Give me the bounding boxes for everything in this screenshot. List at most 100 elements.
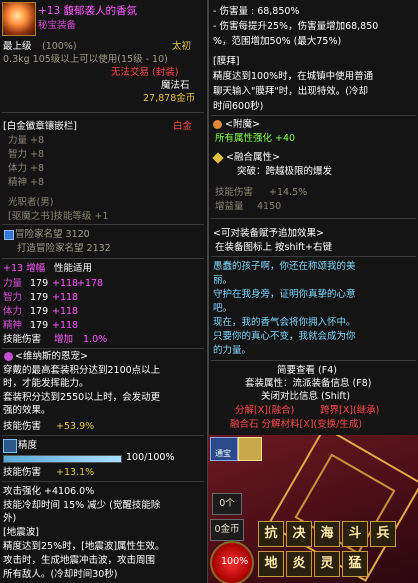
divider (2, 348, 204, 349)
flavor-line: 吧。 (213, 303, 233, 314)
divider (211, 256, 416, 257)
item-weight-level: 0.3kg 105级以上可以使用(15级 - 10) (3, 54, 168, 65)
attack-line: 外) (3, 513, 17, 524)
shop-label: 通宝 (215, 449, 231, 458)
grace-title: <维纳斯的恩宠> (15, 351, 88, 362)
worship-line: 聊天输入"膜拜"时，出现特效。(冷却 (213, 86, 368, 97)
fusion-title: <融合属性> (226, 152, 280, 163)
hp-percent: 100% (221, 556, 249, 567)
damage-line: - 伤害每提升25%，伤害量增加68,850 (213, 21, 379, 32)
precision-skill-value: +13.1% (56, 467, 95, 478)
close-compare-option[interactable]: 关闭对比信息 (Shift) (261, 391, 350, 402)
fusion-skill-value: +14.5% (269, 187, 308, 198)
enchant-icon (213, 120, 222, 129)
flavor-line: 的力量。 (213, 345, 252, 356)
divider (2, 224, 204, 225)
skill-slot[interactable]: 猛 (342, 551, 368, 577)
grace-line: 强的效果。 (3, 405, 51, 416)
socket-class-line: 光职者(男) (8, 197, 54, 208)
flavor-line: 现在，我的香气会将你拥入怀中。 (213, 317, 356, 328)
fusion-stone-option[interactable]: 融合石 分解材料[X](变换/生成) (230, 419, 362, 430)
set-info-option[interactable]: 套装属性：流派装备信息 (F8) (245, 378, 371, 389)
shop-icon[interactable]: 通宝 (210, 437, 238, 461)
worship-title: [膜拜] (213, 56, 240, 67)
damage-line: - 伤害量 : 68,850% (213, 6, 300, 17)
adventurer-fame: 冒险家名望 3120 (15, 229, 90, 240)
skill-slot[interactable]: 地 (258, 551, 284, 577)
precision-value: 100/100% (126, 452, 175, 463)
precision-icon (3, 439, 17, 453)
socket-stat: 智力 +8 (8, 149, 45, 160)
socket-tag: 白金 (173, 121, 193, 132)
gold-amount[interactable]: 0金币 (210, 519, 244, 541)
socket-skill-line: [驱魔之书]技能等级 +1 (8, 211, 109, 222)
socket-stat: 精神 +8 (8, 177, 45, 188)
fusion-line: 突破：跨越极限的爆发 (237, 166, 333, 177)
item-icon (2, 2, 36, 36)
increase-label: 增益量 (215, 201, 244, 212)
amp-stat-add: +118 (52, 278, 79, 289)
item-type: 秘宝装备 (38, 20, 77, 31)
divider (211, 218, 416, 219)
precision-label: 精度 (18, 440, 38, 451)
attack-line: 攻击强化 +4106.0% (3, 486, 95, 497)
item-count[interactable]: 0个 (212, 493, 242, 515)
amp-stat-add: +118 (52, 292, 79, 303)
flavor-line: 愚蠢的孩子啊，你还在称颂我的美 (213, 261, 356, 272)
damage-line: %，范围增加50% (最大75%) (213, 36, 342, 47)
game-scene: 通宝 0个 0金币 100% 抗 决 海 斗 兵 地 炎 灵 猛 (208, 435, 418, 583)
skill-slot[interactable]: 灵 (314, 551, 340, 577)
grace-icon (4, 352, 13, 361)
fame-icon (4, 230, 14, 240)
amp-stat-name: 智力 (3, 292, 23, 303)
amp-skill-mid: 增加 (54, 334, 74, 345)
skill-slot[interactable]: 兵 (370, 521, 396, 547)
amp-stat-name: 精神 (3, 320, 23, 331)
socket-stat: 力量 +8 (8, 135, 45, 146)
divider (211, 360, 416, 361)
brief-view-option[interactable]: 简要查看 (F4) (277, 365, 337, 376)
skill-slot[interactable]: 海 (314, 521, 340, 547)
grace-skill-label: 技能伤害 (3, 421, 42, 432)
amp-skill-label: 技能伤害 (3, 334, 42, 345)
amp-stat-base: 179 (30, 292, 49, 303)
item-grade-pct: (100%) (42, 41, 77, 52)
amp-stat-base: 179 (30, 320, 49, 331)
flavor-line: 只要你的真心不变，我就会成为你 (213, 331, 356, 342)
item-price: 27,878金币 (143, 93, 196, 104)
amp-stat-base: 179 (30, 306, 49, 317)
divider (2, 481, 204, 482)
amp-stat-add: +118 (52, 306, 79, 317)
skill-slot[interactable]: 斗 (342, 521, 368, 547)
event-icon[interactable] (238, 437, 262, 461)
item-tooltip-left: +13 馥郁袭人的香氛 秘宝装备 最上级 (100%) 太初 0.3kg 105… (0, 0, 208, 583)
grace-line: 套装积分达到2550以上时，会发动更 (3, 392, 161, 403)
amp-stat-base: 179 (30, 278, 49, 289)
enchant-line: 所有属性强化 +40 (215, 133, 296, 144)
amp-stat-add: +118 (52, 320, 79, 331)
enchant-title: <附魔> (225, 119, 260, 130)
precision-skill-label: 技能伤害 (3, 467, 42, 478)
increase-value: 4150 (257, 201, 282, 212)
item-grade: 最上级 (3, 41, 32, 52)
decompose-option[interactable]: 分解[X](融合) (235, 405, 294, 416)
grace-line: 时，才能发挥能力。 (3, 378, 89, 389)
amplify-header-suffix: 性能适用 (54, 263, 93, 274)
cross-option[interactable]: 跨界[X](继承) (320, 405, 379, 416)
quake-line: 精度达到25%时，[地震波]属性生效。 (3, 541, 165, 552)
skill-slot[interactable]: 抗 (258, 521, 284, 547)
item-material: 魔法石 (161, 80, 190, 91)
flavor-line: 守护在我身旁，证明你真挚的心意 (213, 289, 356, 300)
worship-line: 精度达到100%时，在城镇中使用普通 (213, 71, 374, 82)
item-trade: 无法交易 (封装) (111, 67, 179, 78)
skill-slot[interactable]: 炎 (286, 551, 312, 577)
amp-stat-add2: +178 (77, 278, 104, 289)
skill-slot[interactable]: 决 (286, 521, 312, 547)
divider (2, 112, 204, 113)
amplify-header: +13 增幅 (3, 263, 46, 274)
forge-fame: 打造冒险家名望 2132 (17, 243, 111, 254)
divider (2, 435, 204, 436)
attack-line: 技能冷却时间 15% 减少 (觉醒技能除 (3, 500, 161, 511)
item-rarity: 太初 (172, 41, 192, 52)
precision-bar-fill (4, 456, 121, 462)
